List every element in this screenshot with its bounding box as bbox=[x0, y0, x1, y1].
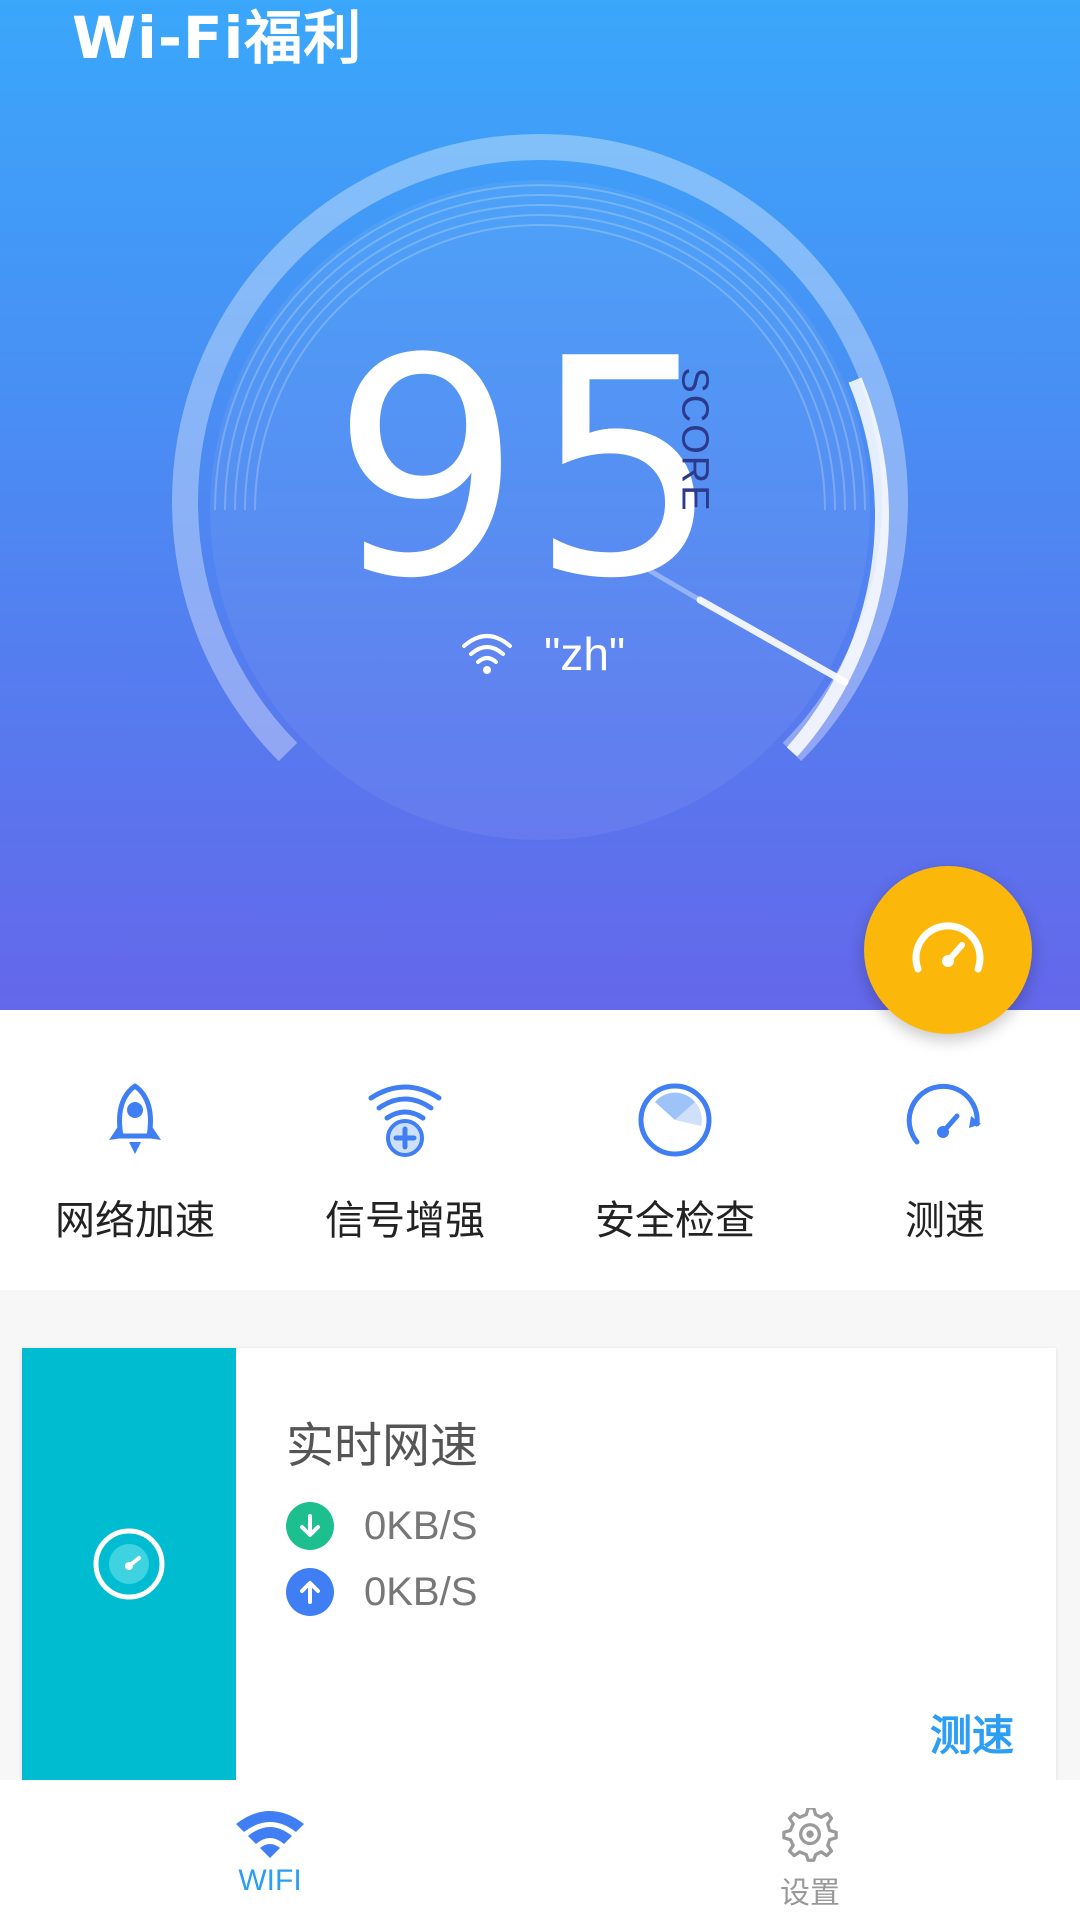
wifi-icon bbox=[236, 1811, 304, 1858]
tab-label: WIFI bbox=[238, 1864, 302, 1897]
speed-gauge-icon bbox=[93, 1528, 165, 1600]
ssid-name: "zh" bbox=[544, 628, 626, 680]
action-label: 测速 bbox=[905, 1198, 985, 1244]
card-title: 实时网速 bbox=[286, 1418, 479, 1474]
gear-icon bbox=[782, 1808, 838, 1862]
upload-speed-value: 0KB/S bbox=[364, 1569, 478, 1614]
hero-header: Wi-Fi福利 95 SCORE "zh" bbox=[0, 0, 1080, 1010]
upload-speed-row: 0KB/S bbox=[286, 1568, 477, 1616]
shield-radar-icon bbox=[638, 1083, 712, 1157]
action-network-boost[interactable]: 网络加速 bbox=[0, 1010, 270, 1290]
tab-label: 设置 bbox=[780, 1877, 840, 1910]
download-speed-value: 0KB/S bbox=[364, 1503, 478, 1548]
score-label: SCORE bbox=[673, 367, 716, 513]
card-side-panel bbox=[22, 1348, 236, 1780]
realtime-speed-card: 实时网速 0KB/S 0KB/S 测速 bbox=[22, 1348, 1056, 1780]
download-icon bbox=[286, 1502, 334, 1550]
action-signal-boost[interactable]: 信号增强 bbox=[270, 1010, 540, 1290]
bottom-tab-bar: WIFI 设置 bbox=[0, 1780, 1080, 1920]
ssid-indicator: "zh" bbox=[460, 624, 625, 684]
action-label: 网络加速 bbox=[55, 1198, 215, 1244]
speed-test-fab[interactable] bbox=[864, 866, 1032, 1034]
rocket-icon bbox=[109, 1083, 161, 1154]
quick-actions: 网络加速 信号增强 安全检查 测速 bbox=[0, 1010, 1080, 1290]
wifi-plus-icon bbox=[368, 1084, 442, 1157]
speedometer-icon bbox=[912, 922, 984, 973]
action-label: 信号增强 bbox=[325, 1198, 485, 1244]
tab-wifi[interactable]: WIFI bbox=[0, 1780, 540, 1920]
speedometer-icon bbox=[906, 1083, 981, 1145]
tab-settings[interactable]: 设置 bbox=[540, 1780, 1080, 1920]
score-value: 95 bbox=[331, 295, 729, 644]
action-speed-test[interactable]: 测速 bbox=[810, 1010, 1080, 1290]
speed-test-link[interactable]: 测速 bbox=[930, 1702, 1014, 1763]
action-security-check[interactable]: 安全检查 bbox=[540, 1010, 810, 1290]
wifi-icon bbox=[462, 634, 512, 674]
download-speed-row: 0KB/S bbox=[286, 1502, 477, 1550]
upload-icon bbox=[286, 1568, 334, 1616]
action-label: 安全检查 bbox=[595, 1198, 755, 1244]
